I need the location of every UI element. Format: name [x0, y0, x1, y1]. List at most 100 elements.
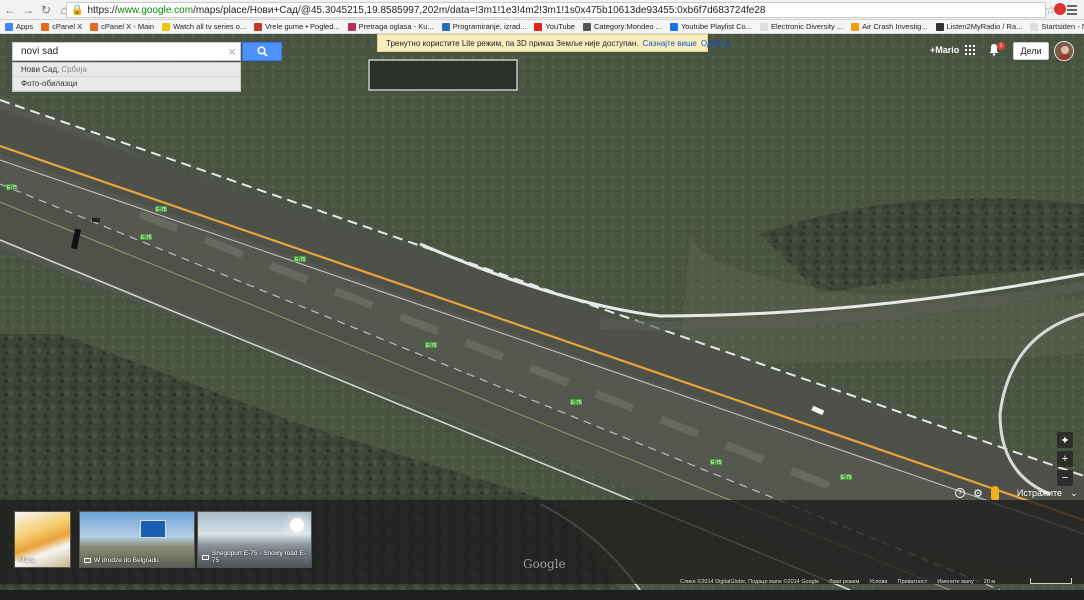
reload-icon[interactable]: ↻ [38, 2, 54, 18]
bookmark-favicon-icon [851, 22, 860, 31]
scale-bar [1030, 578, 1072, 584]
building-roof [368, 59, 518, 91]
bookmark-favicon-icon [5, 22, 13, 31]
bookmark-label: YouTube [545, 22, 575, 31]
road-label-e75: E-75 [295, 257, 306, 263]
road-label-e75: E-75 [571, 400, 582, 406]
bookmark-item[interactable]: Category:Mondeo ... [582, 22, 662, 31]
search-input[interactable]: novi sad × [12, 42, 241, 61]
suggestion-item[interactable]: Фото-обилазци [13, 77, 240, 91]
bookmark-item[interactable]: Air Crash Investig... [851, 22, 928, 31]
learn-more-link[interactable]: Сазнајте више [643, 39, 697, 48]
bookmark-label: Apps [16, 22, 34, 31]
bookmarks-bar: Apps cPanel X cPanel X - Main Watch all tv … [0, 20, 1084, 34]
back-icon[interactable]: ← [2, 2, 18, 18]
bookmark-favicon-icon [582, 22, 591, 31]
help-icon[interactable]: ? [955, 488, 965, 498]
zoom-controls: ✦ + − [1057, 432, 1073, 486]
imagery-credits: Слике ©2014 DigitalGlobe, Подаци мапе ©2… [680, 578, 820, 585]
expand-chevron-icon[interactable]: ⌄ [1070, 488, 1078, 499]
bookmark-label: cPanel X - Main [101, 22, 155, 31]
photo-thumbnail[interactable]: W drodze do Belgradu [79, 511, 195, 568]
bookmark-item[interactable]: Pretraga oglasa - Ku... [347, 22, 434, 31]
bookmark-item[interactable]: Vrele gume • Pogled... [254, 22, 340, 31]
bottom-controls: ? ⚙ Истражите ⌄ [955, 485, 1078, 501]
photo-thumbnail[interactable]: Mana [14, 511, 71, 568]
bookmark-label: Startsiden - NOKUT [1041, 22, 1084, 31]
bookmark-favicon-icon [759, 22, 768, 31]
browser-menu-icon[interactable] [1064, 2, 1080, 18]
photo-thumbnail[interactable]: Snegopurt E-75 - Snowy road E-75 [197, 511, 312, 568]
taskbar [0, 590, 1084, 600]
bookmark-favicon-icon [669, 22, 678, 31]
explore-label[interactable]: Истражите [1017, 488, 1062, 498]
lite-mode-link[interactable]: Лаки режим [829, 579, 859, 585]
photo-caption: Snegopurt E-75 - Snowy road E-75 [211, 550, 306, 564]
bookmark-label: Programiranje, izrad... [452, 22, 527, 31]
bookmark-favicon-icon [441, 22, 450, 31]
bookmark-favicon-icon [935, 22, 944, 31]
photo-caption: Mana [19, 557, 36, 564]
lock-icon: 🔒 [71, 4, 84, 16]
map-footer: Слике ©2014 DigitalGlobe, Подаци мапе ©2… [680, 577, 995, 586]
share-button[interactable]: Дели [1013, 42, 1049, 60]
bookmark-label: Youtube Playlist Co... [680, 22, 752, 31]
dismiss-link[interactable]: Одбаци [701, 39, 730, 48]
bookmark-label: Category:Mondeo ... [593, 22, 662, 31]
bookmark-favicon-icon [254, 22, 263, 31]
lite-mode-text: Тренутно користите Lite режим, па 3D при… [386, 38, 639, 48]
zoom-in-button[interactable]: + [1057, 451, 1073, 467]
road-label-e75: E-75 [141, 235, 152, 241]
bookmark-favicon-icon [162, 22, 171, 31]
search-button[interactable] [242, 42, 282, 61]
compass-icon[interactable]: ✦ [1057, 432, 1073, 448]
zoom-out-button[interactable]: − [1057, 470, 1073, 486]
clear-icon[interactable]: × [228, 44, 236, 59]
address-bar[interactable]: 🔒 https:// www.google.com /maps/place/Но… [66, 2, 1046, 18]
vehicle [92, 218, 100, 222]
bookmark-favicon-icon [347, 22, 356, 31]
bookmark-label: Pretraga oglasa - Ku... [358, 22, 434, 31]
photo-caption: W drodze do Belgradu [94, 557, 159, 564]
bookmark-item[interactable]: Startsiden - NOKUT [1030, 22, 1084, 31]
bookmark-item[interactable]: cPanel X [41, 22, 82, 31]
bookmark-label: Air Crash Investig... [862, 22, 928, 31]
browser-toolbar: ← → ↻ ⌂ 🔒 https:// www.google.com /maps/… [0, 0, 1084, 20]
bookmark-item[interactable]: Electronic Diversity ... [759, 22, 844, 31]
apps-grid-icon[interactable] [965, 45, 975, 55]
bookmark-label: Electronic Diversity ... [770, 22, 844, 31]
user-name[interactable]: +Mario [930, 45, 959, 55]
bookmark-label: Listen2MyRadio / Ra... [946, 22, 1023, 31]
google-logo: Google [523, 557, 566, 571]
suggestion-label: Нови Сад, [21, 65, 60, 74]
forward-icon[interactable]: → [20, 2, 36, 18]
avatar[interactable] [1054, 41, 1074, 61]
scale-label: 20 м [983, 578, 996, 585]
bookmark-item[interactable]: Watch all tv series o... [162, 22, 246, 31]
road-label-e75: E-75 [841, 475, 852, 481]
pegman-icon[interactable] [990, 486, 999, 500]
suggestion-item[interactable]: Нови Сад, Србија [13, 63, 240, 77]
report-map-link[interactable]: Имените мапу [937, 579, 974, 585]
suggestion-sublabel: Србија [61, 65, 87, 74]
camera-icon [84, 558, 91, 563]
bookmark-item[interactable]: cPanel X - Main [90, 22, 154, 31]
settings-gear-icon[interactable]: ⚙ [973, 487, 983, 500]
bookmark-item[interactable]: Youtube Playlist Co... [669, 22, 752, 31]
terms-link[interactable]: Услови [869, 579, 887, 585]
road-label-e75: E-75 [426, 343, 437, 349]
bookmark-item[interactable]: Apps [5, 22, 33, 31]
bookmark-label: Vrele gume • Pogled... [265, 22, 340, 31]
bookmark-favicon-icon [1030, 22, 1039, 31]
road-label-e75: E-75 [156, 207, 167, 213]
bookmark-favicon-icon [90, 22, 99, 31]
lite-mode-banner: Тренутно користите Lite режим, па 3D при… [377, 34, 730, 52]
bookmark-label: cPanel X [52, 22, 83, 31]
bookmark-favicon-icon [41, 22, 50, 31]
bookmark-item[interactable]: Programiranje, izrad... [441, 22, 527, 31]
privacy-link[interactable]: Приватност [897, 579, 927, 585]
bookmark-favicon-icon [534, 22, 543, 31]
bookmark-item[interactable]: YouTube [534, 22, 575, 31]
bookmark-item[interactable]: Listen2MyRadio / Ra... [935, 22, 1023, 31]
road-label-e75: E-75 [7, 185, 18, 191]
